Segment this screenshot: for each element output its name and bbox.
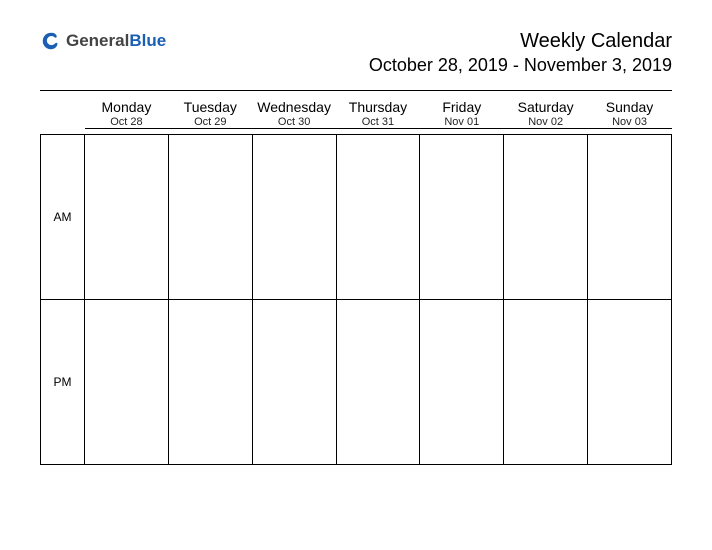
slot-am-mon (85, 135, 169, 300)
slot-pm-mon (85, 300, 169, 465)
slot-pm-tue (168, 300, 252, 465)
day-date: Nov 03 (588, 116, 672, 128)
time-column-head (41, 97, 85, 128)
day-date: Nov 01 (420, 116, 504, 128)
day-date: Oct 31 (336, 116, 420, 128)
header-divider (40, 90, 672, 91)
slot-am-fri (420, 135, 504, 300)
day-head-tue: Tuesday Oct 29 (168, 97, 252, 128)
slot-pm-sat (504, 300, 588, 465)
title-block: Weekly Calendar October 28, 2019 - Novem… (369, 30, 672, 76)
day-name: Thursday (336, 99, 420, 115)
day-header-row: Monday Oct 28 Tuesday Oct 29 Wednesday O… (41, 97, 672, 128)
day-head-sun: Sunday Nov 03 (588, 97, 672, 128)
weekly-calendar-page: GeneralBlue Weekly Calendar October 28, … (0, 0, 712, 505)
calendar-table: Monday Oct 28 Tuesday Oct 29 Wednesday O… (40, 97, 672, 465)
slot-pm-thu (336, 300, 420, 465)
day-head-fri: Friday Nov 01 (420, 97, 504, 128)
header: GeneralBlue Weekly Calendar October 28, … (40, 30, 672, 76)
day-date: Oct 29 (168, 116, 252, 128)
slot-am-thu (336, 135, 420, 300)
slot-pm-sun (588, 300, 672, 465)
slot-pm-wed (252, 300, 336, 465)
day-name: Saturday (504, 99, 588, 115)
day-date: Nov 02 (504, 116, 588, 128)
pm-row: PM (41, 300, 672, 465)
day-head-wed: Wednesday Oct 30 (252, 97, 336, 128)
slot-am-tue (168, 135, 252, 300)
generalblue-logo: GeneralBlue (40, 30, 166, 52)
logo-text-blue: Blue (129, 31, 166, 51)
day-name: Friday (420, 99, 504, 115)
slot-am-sat (504, 135, 588, 300)
slot-am-sun (588, 135, 672, 300)
day-name: Monday (85, 99, 169, 115)
day-name: Wednesday (252, 99, 336, 115)
date-range: October 28, 2019 - November 3, 2019 (369, 55, 672, 76)
slot-am-wed (252, 135, 336, 300)
pm-label: PM (41, 300, 85, 465)
logo-swirl-icon (40, 30, 62, 52)
logo-text-general: General (66, 31, 129, 51)
am-label: AM (41, 135, 85, 300)
day-name: Sunday (588, 99, 672, 115)
day-name: Tuesday (168, 99, 252, 115)
day-date: Oct 28 (85, 116, 169, 128)
day-date: Oct 30 (252, 116, 336, 128)
page-title: Weekly Calendar (369, 30, 672, 53)
slot-pm-fri (420, 300, 504, 465)
day-head-thu: Thursday Oct 31 (336, 97, 420, 128)
day-head-mon: Monday Oct 28 (85, 97, 169, 128)
day-head-sat: Saturday Nov 02 (504, 97, 588, 128)
am-row: AM (41, 135, 672, 300)
